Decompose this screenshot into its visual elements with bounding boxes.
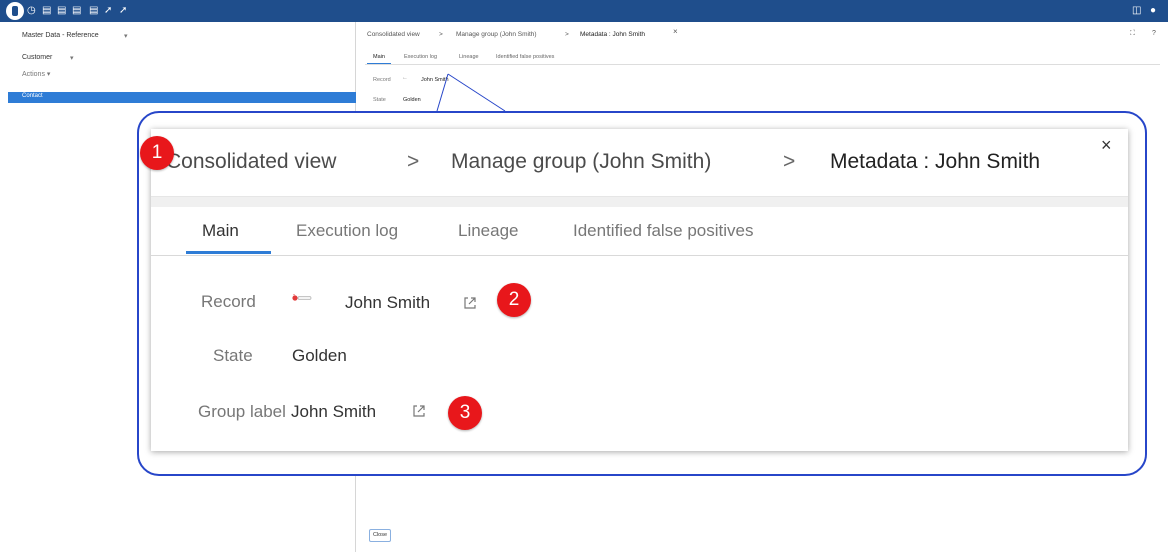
list-item-label: Contact bbox=[22, 93, 43, 99]
doc-icon[interactable]: ▤ bbox=[89, 4, 98, 18]
external-link-icon[interactable] bbox=[462, 295, 478, 311]
header-gutter bbox=[151, 197, 1128, 207]
metadata-card-zoomed: Consolidated view > Manage group (John S… bbox=[140, 129, 1128, 451]
breadcrumb-consolidated-view[interactable]: Consolidated view bbox=[367, 31, 420, 38]
group-label-label: Group label bbox=[198, 402, 286, 421]
tab-lineage[interactable]: Lineage bbox=[459, 54, 479, 60]
doc-icon[interactable]: ▤ bbox=[72, 4, 81, 18]
record-state-icon: ← bbox=[402, 75, 408, 81]
doc-icon[interactable]: ▤ bbox=[42, 4, 51, 18]
breadcrumb-separator: > bbox=[407, 150, 420, 173]
card-header: Consolidated view > Manage group (John S… bbox=[151, 129, 1128, 197]
record-value-link[interactable]: John Smith bbox=[421, 77, 449, 83]
close-icon[interactable]: × bbox=[1101, 135, 1112, 156]
book-icon[interactable]: ◫ bbox=[1132, 4, 1141, 18]
external-link-icon[interactable] bbox=[411, 403, 427, 419]
dataspace-selector[interactable]: Master Data - Reference bbox=[22, 32, 99, 39]
top-toolbar: ◷ ▤ ▤ ▤ ▤ ➚ ➚ ◫ ● bbox=[0, 0, 1168, 22]
group-label-value-link[interactable]: John Smith bbox=[291, 401, 376, 423]
callout-badge-3: 3 bbox=[448, 396, 482, 430]
close-button[interactable]: Close bbox=[369, 529, 391, 542]
callout-badge-1: 1 bbox=[140, 136, 174, 170]
actions-menu[interactable]: Actions ▾ bbox=[22, 70, 50, 78]
record-value-link[interactable]: John Smith bbox=[345, 292, 430, 314]
state-label: State bbox=[213, 346, 253, 365]
tab-identified-false-positives[interactable]: Identified false positives bbox=[496, 54, 554, 60]
tab-execution-log[interactable]: Execution log bbox=[296, 220, 398, 242]
state-value: Golden bbox=[403, 97, 421, 103]
tab-execution-log[interactable]: Execution log bbox=[404, 54, 437, 60]
record-label: Record bbox=[373, 77, 391, 83]
close-icon[interactable]: × bbox=[673, 27, 678, 36]
state-label: State bbox=[373, 97, 386, 103]
help-icon[interactable]: ? bbox=[1152, 30, 1156, 37]
breadcrumb-separator: > bbox=[565, 31, 569, 38]
breadcrumb-consolidated-view[interactable]: Consolidated view bbox=[166, 149, 336, 175]
callout-badge-2: 2 bbox=[497, 283, 531, 317]
golden-record-icon bbox=[292, 294, 312, 301]
breadcrumb-separator: > bbox=[783, 150, 796, 173]
app-logo-icon[interactable] bbox=[6, 2, 24, 20]
breadcrumb-manage-group[interactable]: Manage group (John Smith) bbox=[456, 31, 537, 38]
tab-divider bbox=[365, 64, 1160, 65]
tab-identified-false-positives[interactable]: Identified false positives bbox=[573, 220, 754, 242]
state-value: Golden bbox=[292, 346, 347, 365]
doc-icon[interactable]: ▤ bbox=[57, 4, 66, 18]
wand-icon[interactable]: ➚ bbox=[119, 4, 127, 18]
breadcrumb-metadata: Metadata : John Smith bbox=[580, 31, 646, 38]
tab-main[interactable]: Main bbox=[202, 220, 239, 242]
chevron-down-icon[interactable]: ▾ bbox=[124, 32, 128, 40]
tab-bar: Main Execution log Lineage Identified fa… bbox=[151, 207, 1128, 256]
table-selector[interactable]: Customer bbox=[22, 54, 52, 61]
pin-icon[interactable]: ➚ bbox=[104, 4, 112, 18]
breadcrumb-metadata: Metadata : John Smith bbox=[830, 150, 1041, 173]
breadcrumb-separator: > bbox=[439, 31, 443, 38]
app-root: ◷ ▤ ▤ ▤ ▤ ➚ ➚ ◫ ● Master Data - Referenc… bbox=[0, 0, 1168, 552]
clock-icon[interactable]: ◷ bbox=[27, 4, 36, 18]
chevron-down-icon[interactable]: ▾ bbox=[70, 54, 74, 62]
active-tab-indicator bbox=[186, 251, 271, 254]
tab-main[interactable]: Main bbox=[373, 54, 385, 60]
record-label: Record bbox=[201, 292, 256, 311]
tab-lineage[interactable]: Lineage bbox=[458, 220, 519, 242]
expand-icon[interactable]: ⛶ bbox=[1130, 30, 1135, 38]
user-icon[interactable]: ● bbox=[1150, 4, 1156, 18]
breadcrumb-manage-group[interactable]: Manage group (John Smith) bbox=[451, 149, 711, 175]
list-item-contact[interactable]: Contact bbox=[8, 92, 356, 103]
